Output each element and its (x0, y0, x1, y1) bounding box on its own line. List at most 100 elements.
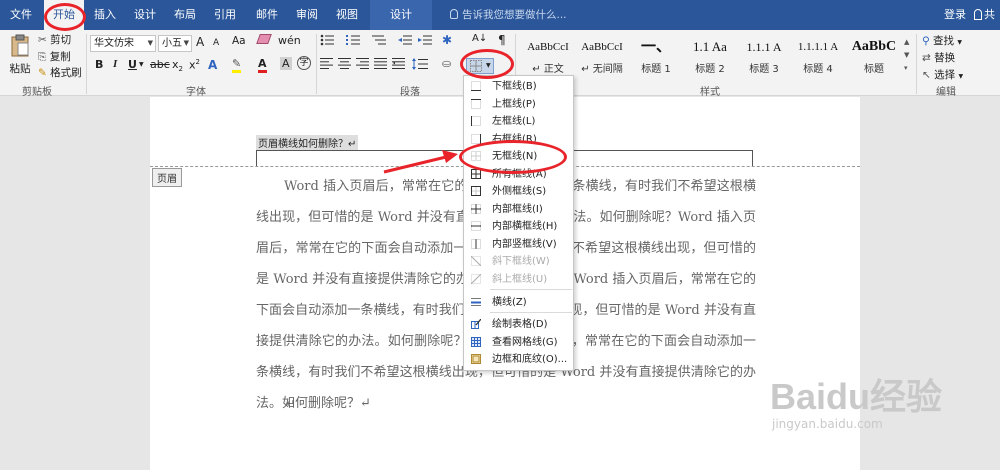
menu-item-left-border[interactable]: 左框线(L) (464, 113, 573, 130)
header-text[interactable]: 页眉横线如何删除？↵ (256, 135, 359, 150)
multilevel-list-button[interactable] (372, 34, 386, 49)
cursor-icon: ↖ (922, 69, 931, 81)
tell-me-box[interactable]: 告诉我您想要做什么... (450, 0, 567, 30)
menu-item-horizontal-line[interactable]: 横线(Z) (464, 294, 573, 311)
font-color-icon: A (258, 57, 267, 73)
tell-me-placeholder: 告诉我您想要做什么... (462, 9, 567, 21)
paste-button[interactable]: 粘贴 (6, 34, 34, 78)
line-spacing-icon (412, 58, 428, 70)
font-size-value: 小五 (162, 38, 182, 49)
style-title[interactable]: AaBbC 标题 (846, 34, 902, 79)
select-button[interactable]: ↖ 选择 ▼ (922, 67, 963, 82)
copy-icon: ⎘ (38, 51, 47, 63)
menu-item-inside-vertical[interactable]: 内部竖框线(V) (464, 236, 573, 253)
clipboard-icon (11, 34, 29, 57)
replace-button[interactable]: ⇄ 替换 (922, 50, 955, 65)
numbering-button[interactable] (346, 34, 360, 49)
strikethrough-button[interactable]: abc (150, 58, 170, 71)
show-marks-button[interactable]: ¶ (498, 33, 506, 47)
superscript-button[interactable]: x2 (189, 58, 200, 72)
subscript-button[interactable]: x2 (172, 58, 183, 73)
bold-button[interactable]: B (95, 58, 103, 71)
styles-scroll-button[interactable]: ▲ ▼ ▾ (904, 36, 909, 75)
line-spacing-button[interactable] (412, 58, 428, 73)
chevron-down-icon: ▼ (147, 39, 153, 47)
style-heading-4[interactable]: 1.1.1.1 A 标题 4 (792, 34, 844, 79)
highlight-color-button[interactable]: ✎ (232, 57, 242, 73)
tab-mailings[interactable]: 邮件 (250, 0, 284, 30)
multilevel-list-icon (372, 35, 386, 45)
character-shading-button[interactable]: A (280, 57, 292, 70)
chevron-down-icon[interactable]: ▼ (139, 61, 144, 68)
menu-item-top-border[interactable]: 上框线(P) (464, 96, 573, 113)
borders-dropdown-menu: 下框线(B) 上框线(P) 左框线(L) 右框线(R) 无框线(N) 所有框线(… (463, 75, 574, 371)
font-size-select[interactable]: 小五 ▼ (158, 35, 192, 52)
menu-item-inside-borders[interactable]: 内部框线(I) (464, 201, 573, 218)
style-normal[interactable]: AaBbCcI ↵ 正文 (522, 34, 574, 79)
share-label: 共 (984, 8, 995, 21)
style-heading-2[interactable]: 1.1 Aa 标题 2 (684, 34, 736, 79)
cut-button[interactable]: ✂ 剪切 (38, 32, 71, 47)
distributed-button[interactable] (392, 58, 405, 72)
replace-label: 替换 (934, 52, 956, 64)
tab-layout[interactable]: 布局 (168, 0, 202, 30)
increase-indent-button[interactable] (418, 34, 432, 49)
decrease-indent-button[interactable] (398, 34, 412, 49)
style-sample: AaBbC (851, 39, 897, 54)
tab-table-design[interactable]: 设计 (370, 0, 432, 30)
tab-insert[interactable]: 插入 (88, 0, 122, 30)
diagonal-down-border-icon (471, 256, 481, 266)
tab-file[interactable]: 文件 (4, 0, 38, 30)
tab-review[interactable]: 审阅 (290, 0, 324, 30)
align-left-button[interactable] (320, 58, 333, 72)
enclose-character-button[interactable]: 字 (297, 56, 311, 70)
justify-button[interactable] (374, 58, 387, 72)
chinese-layout-button[interactable]: ✱ (442, 33, 452, 47)
share-button[interactable]: 共 (974, 0, 995, 30)
menu-item-view-gridlines[interactable]: 查看网格线(G) (464, 334, 573, 351)
tab-references[interactable]: 引用 (208, 0, 242, 30)
phonetic-guide-button[interactable]: wén (278, 34, 301, 47)
style-heading-1[interactable]: 一、 标题 1 (630, 34, 682, 79)
eraser-icon (256, 34, 272, 44)
style-name: ↵ 无间隔 (581, 64, 623, 75)
format-painter-button[interactable]: ✎ 格式刷 (38, 65, 82, 80)
font-name-select[interactable]: 华文仿宋 ▼ (90, 35, 156, 52)
menu-item-bottom-border[interactable]: 下框线(B) (464, 78, 573, 95)
paintbrush-icon: ✎ (38, 67, 47, 79)
find-button[interactable]: ⚲ 查找 ▼ (922, 33, 962, 48)
style-heading-3[interactable]: 1.1.1 A 标题 3 (738, 34, 790, 79)
font-color-button[interactable]: A (258, 57, 267, 73)
chevron-down-icon: ▼ (957, 39, 963, 46)
align-right-button[interactable] (356, 58, 369, 72)
copy-button[interactable]: ⎘ 复制 (38, 49, 71, 64)
tab-design[interactable]: 设计 (128, 0, 162, 30)
style-sample: AaBbCcI (527, 41, 569, 53)
clear-formatting-button[interactable] (256, 34, 272, 47)
change-case-button[interactable]: Aa (232, 35, 246, 47)
inside-horizontal-border-icon (471, 221, 481, 231)
grow-font-button[interactable]: A (196, 35, 204, 49)
bottom-border-icon (471, 81, 481, 91)
italic-button[interactable]: I (113, 58, 117, 70)
header-tag: 页眉 (152, 168, 182, 187)
align-center-button[interactable] (338, 58, 351, 72)
cut-label: 剪切 (50, 34, 72, 46)
font-name-value: 华文仿宋 (94, 38, 134, 49)
menu-item-outside-borders[interactable]: 外侧框线(S) (464, 183, 573, 200)
shrink-font-button[interactable]: A (213, 38, 219, 48)
sort-button[interactable]: A↓ (472, 33, 487, 44)
text-effects-button[interactable]: A (208, 58, 217, 72)
underline-button[interactable]: U (128, 58, 137, 71)
menu-item-label: 左框线(L) (492, 116, 536, 127)
menu-item-inside-horizontal[interactable]: 内部横框线(H) (464, 218, 573, 235)
tab-view[interactable]: 视图 (330, 0, 364, 30)
top-border-icon (471, 98, 481, 109)
bullets-button[interactable] (320, 34, 334, 49)
menu-item-borders-shading[interactable]: 边框和底纹(O)... (464, 351, 573, 368)
menu-item-label: 查看网格线(G) (492, 336, 558, 348)
style-no-spacing[interactable]: AaBbCcI ↵ 无间隔 (576, 34, 628, 79)
login-link[interactable]: 登录 (944, 0, 966, 30)
menu-item-draw-table[interactable]: 绘制表格(D) (464, 316, 573, 333)
shading-button[interactable]: ⛀ (442, 57, 451, 70)
